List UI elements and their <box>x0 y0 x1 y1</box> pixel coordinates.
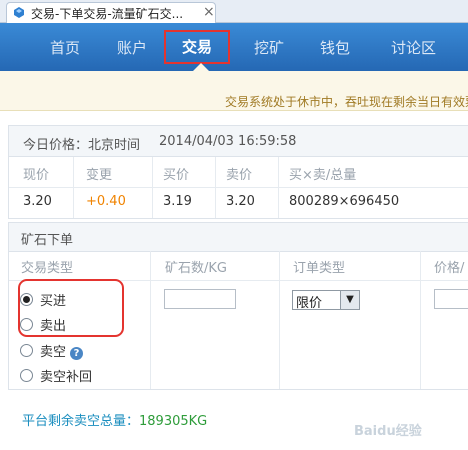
short-total: 平台剩余卖空总量：189305KG <box>22 410 207 429</box>
price-divider <box>278 157 279 218</box>
radio-cover-short-indicator[interactable] <box>20 369 33 382</box>
price-ask-value: 3.20 <box>226 194 255 209</box>
price-header-label: 今日价格：北京时间 <box>23 138 141 153</box>
order-col-trade-type: 交易类型 <box>21 261 74 276</box>
close-icon[interactable]: × <box>203 4 215 20</box>
nav-item-trade-active[interactable]: 交易 <box>164 30 230 64</box>
price-header-time: 2014/04/03 16:59:58 <box>159 134 297 149</box>
order-title-bar: 矿石下单 <box>9 223 468 252</box>
nav-item-home[interactable]: 首页 <box>50 37 80 58</box>
price-col-volume: 买×卖/总量 <box>289 168 357 183</box>
radio-short-sell-indicator[interactable] <box>20 344 33 357</box>
nav-item-forum[interactable]: 讨论区 <box>391 37 436 58</box>
browser-tab-bar: 交易-下单交易-流量矿石交... × <box>0 0 468 23</box>
browser-tab[interactable]: 交易-下单交易-流量矿石交... × <box>6 2 216 23</box>
nav-item-trade: 交易 <box>181 38 212 56</box>
notice-text: 交易系统处于休市中，吞吐现在剩余当日有效票 <box>225 95 468 109</box>
order-divider <box>420 251 421 389</box>
nav-item-wallet[interactable]: 钱包 <box>320 37 350 58</box>
price-divider <box>73 157 74 218</box>
price-divider <box>152 157 153 218</box>
order-divider <box>279 251 280 389</box>
site-logo-icon <box>14 7 24 18</box>
notice-strip: 交易系统处于休市中，吞吐现在剩余当日有效票 <box>0 71 468 111</box>
price-col-change: 变更 <box>86 168 113 183</box>
buy-sell-highlight <box>18 279 124 337</box>
price-col-ask: 卖价 <box>226 168 253 183</box>
order-title: 矿石下单 <box>21 233 74 248</box>
price-values-row: 3.20 +0.40 3.19 3.20 800289×696450 <box>9 187 468 217</box>
radio-short-sell[interactable]: 卖空? <box>20 341 84 360</box>
short-total-label: 平台剩余卖空总量： <box>22 414 140 429</box>
radio-short-sell-label: 卖空 <box>40 345 67 360</box>
price-labels-row: 现价 变更 买价 卖价 买×卖/总量 <box>9 157 468 188</box>
quantity-input[interactable] <box>164 289 236 309</box>
price-header: 今日价格：北京时间 2014/04/03 16:59:58 <box>9 126 468 157</box>
order-divider <box>150 251 151 389</box>
price-current-value: 3.20 <box>23 194 52 209</box>
price-divider <box>215 157 216 218</box>
price-input[interactable] <box>434 289 468 309</box>
price-col-bid: 买价 <box>163 168 190 183</box>
order-col-quantity: 矿石数/KG <box>165 261 227 276</box>
price-col-current: 现价 <box>23 168 50 183</box>
radio-cover-short[interactable]: 卖空补回 <box>20 366 92 385</box>
baidu-watermark: Baidu经验 <box>354 424 422 439</box>
help-icon[interactable]: ? <box>70 347 84 360</box>
price-volume-value: 800289×696450 <box>289 194 400 209</box>
nav-active-caret <box>193 63 209 71</box>
browser-tab-title: 交易-下单交易-流量矿石交... <box>31 7 184 21</box>
price-panel: 今日价格：北京时间 2014/04/03 16:59:58 现价 变更 买价 卖… <box>8 125 468 219</box>
order-col-order-type: 订单类型 <box>293 261 346 276</box>
order-col-price: 价格/ <box>434 261 465 276</box>
site-nav-bar: 首页 账户 交易 挖矿 钱包 讨论区 <box>0 23 468 71</box>
nav-item-mining[interactable]: 挖矿 <box>254 37 284 58</box>
radio-cover-short-label: 卖空补回 <box>40 370 93 385</box>
price-bid-value: 3.19 <box>163 194 192 209</box>
order-type-select[interactable]: 限价 ▼ <box>292 290 360 311</box>
short-total-value: 189305KG <box>139 414 208 429</box>
nav-item-account[interactable]: 账户 <box>117 37 147 58</box>
price-change-value: +0.40 <box>86 194 126 209</box>
order-type-value: 限价 <box>296 296 323 311</box>
chevron-down-icon[interactable]: ▼ <box>340 291 359 309</box>
